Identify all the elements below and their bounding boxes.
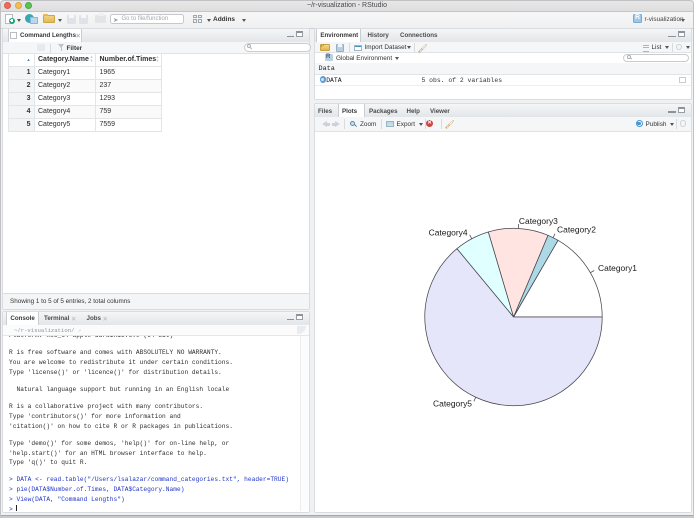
svg-text:Category2: Category2 [557, 224, 596, 234]
svg-text:Category3: Category3 [518, 216, 557, 226]
svg-text:Category4: Category4 [428, 227, 467, 237]
svg-text:Category5: Category5 [433, 398, 472, 408]
svg-text:Category1: Category1 [598, 263, 637, 273]
